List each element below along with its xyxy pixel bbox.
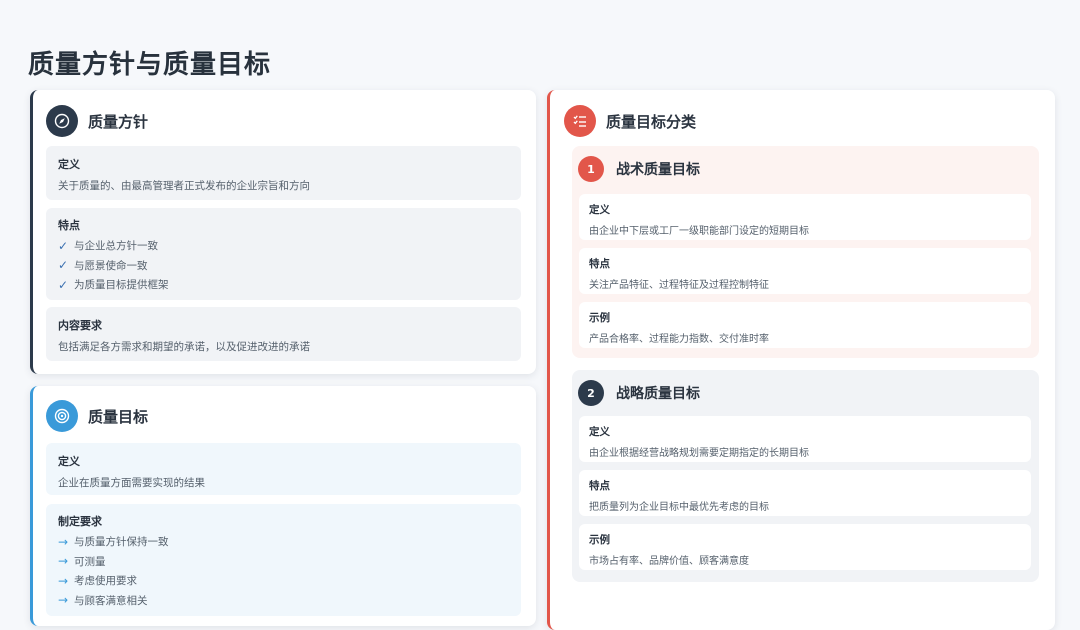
tactical-objective-header: 1 战术质量目标 bbox=[578, 156, 700, 182]
quality-objectives-header: 质量目标 bbox=[46, 400, 148, 432]
arrow-right-icon: → bbox=[58, 554, 69, 569]
objectives-definition-text: 企业在质量方面需要实现的结果 bbox=[58, 477, 205, 489]
quality-objectives-card: 质量目标 定义 企业在质量方面需要实现的结果 制定要求 → 与质量方针保持一致 … bbox=[30, 386, 536, 626]
objectives-requirement-text: 可测量 bbox=[74, 555, 106, 568]
strategic-features-block: 特点 把质量列为企业目标中最优先考虑的目标 bbox=[579, 470, 1031, 516]
objectives-requirement-text: 与质量方针保持一致 bbox=[74, 536, 169, 549]
policy-definition-text: 关于质量的、由最高管理者正式发布的企业宗旨和方向 bbox=[58, 180, 310, 192]
classification-header: 质量目标分类 bbox=[564, 105, 696, 137]
objectives-requirement-item: → 与顾客满意相关 bbox=[58, 591, 509, 611]
policy-definition-block: 定义 关于质量的、由最高管理者正式发布的企业宗旨和方向 bbox=[46, 146, 521, 200]
page-title: 质量方针与质量目标 bbox=[28, 50, 272, 80]
policy-definition-label: 定义 bbox=[58, 158, 80, 171]
tactical-definition-text: 由企业中下层或工厂一级职能部门设定的短期目标 bbox=[589, 226, 809, 237]
strategic-definition-text: 由企业根据经营战略规划需要定期指定的长期目标 bbox=[589, 448, 809, 459]
strategic-objective-section: 2 战略质量目标 定义 由企业根据经营战略规划需要定期指定的长期目标 特点 把质… bbox=[572, 370, 1039, 582]
tactical-example-label: 示例 bbox=[589, 312, 610, 324]
check-icon: ✓ bbox=[58, 258, 69, 273]
strategic-definition-label: 定义 bbox=[589, 426, 610, 438]
target-icon bbox=[46, 400, 78, 432]
strategic-features-label: 特点 bbox=[589, 480, 610, 492]
policy-features-label: 特点 bbox=[58, 219, 80, 232]
check-icon: ✓ bbox=[58, 277, 69, 292]
number-badge: 2 bbox=[578, 380, 604, 406]
strategic-objective-header: 2 战略质量目标 bbox=[578, 380, 700, 406]
policy-content-block: 内容要求 包括满足各方需求和期望的承诺，以及促进改进的承诺 bbox=[46, 307, 521, 361]
policy-feature-text: 与企业总方针一致 bbox=[74, 240, 158, 253]
tactical-features-label: 特点 bbox=[589, 258, 610, 270]
arrow-right-icon: → bbox=[58, 534, 69, 549]
strategic-features-text: 把质量列为企业目标中最优先考虑的目标 bbox=[589, 502, 769, 513]
objectives-requirement-text: 与顾客满意相关 bbox=[74, 594, 148, 607]
policy-feature-item: ✓ 为质量目标提供框架 bbox=[58, 275, 509, 295]
strategic-example-text: 市场占有率、品牌价值、顾客满意度 bbox=[589, 556, 749, 567]
objectives-requirement-item: → 与质量方针保持一致 bbox=[58, 532, 509, 552]
policy-content-text: 包括满足各方需求和期望的承诺，以及促进改进的承诺 bbox=[58, 341, 310, 353]
tactical-definition-block: 定义 由企业中下层或工厂一级职能部门设定的短期目标 bbox=[579, 194, 1031, 240]
objectives-requirement-item: → 考虑使用要求 bbox=[58, 571, 509, 591]
quality-policy-title: 质量方针 bbox=[88, 112, 149, 131]
quality-objectives-title: 质量目标 bbox=[88, 407, 149, 426]
tactical-features-text: 关注产品特征、过程特征及过程控制特征 bbox=[589, 280, 769, 291]
quality-policy-card: 质量方针 定义 关于质量的、由最高管理者正式发布的企业宗旨和方向 特点 ✓ 与企… bbox=[30, 90, 536, 374]
classification-title: 质量目标分类 bbox=[606, 112, 697, 131]
compass-icon bbox=[46, 105, 78, 137]
objectives-definition-label: 定义 bbox=[58, 455, 80, 468]
tactical-definition-label: 定义 bbox=[589, 204, 610, 216]
arrow-right-icon: → bbox=[58, 573, 69, 588]
objectives-requirement-text: 考虑使用要求 bbox=[74, 575, 137, 588]
policy-feature-text: 与愿景使命一致 bbox=[74, 259, 148, 272]
objectives-requirements-block: 制定要求 → 与质量方针保持一致 → 可测量 → 考虑使用要求 → 与顾客满意相… bbox=[46, 504, 521, 616]
policy-features-block: 特点 ✓ 与企业总方针一致 ✓ 与愿景使命一致 ✓ 为质量目标提供框架 bbox=[46, 208, 521, 300]
check-icon: ✓ bbox=[58, 238, 69, 253]
strategic-objective-title: 战略质量目标 bbox=[616, 386, 700, 402]
objectives-requirements-label: 制定要求 bbox=[58, 515, 102, 528]
policy-content-label: 内容要求 bbox=[58, 319, 102, 332]
tactical-features-block: 特点 关注产品特征、过程特征及过程控制特征 bbox=[579, 248, 1031, 294]
tactical-example-text: 产品合格率、过程能力指数、交付准时率 bbox=[589, 334, 769, 345]
objectives-definition-block: 定义 企业在质量方面需要实现的结果 bbox=[46, 443, 521, 495]
arrow-right-icon: → bbox=[58, 593, 69, 608]
tactical-objective-title: 战术质量目标 bbox=[616, 162, 700, 178]
policy-feature-text: 为质量目标提供框架 bbox=[74, 279, 169, 292]
number-badge: 1 bbox=[578, 156, 604, 182]
tactical-objective-section: 1 战术质量目标 定义 由企业中下层或工厂一级职能部门设定的短期目标 特点 关注… bbox=[572, 146, 1039, 358]
list-check-icon bbox=[564, 105, 596, 137]
objectives-requirement-item: → 可测量 bbox=[58, 552, 509, 572]
quality-policy-header: 质量方针 bbox=[46, 105, 148, 137]
strategic-example-label: 示例 bbox=[589, 534, 610, 546]
policy-feature-item: ✓ 与愿景使命一致 bbox=[58, 256, 509, 276]
objective-classification-card: 质量目标分类 1 战术质量目标 定义 由企业中下层或工厂一级职能部门设定的短期目… bbox=[547, 90, 1055, 630]
policy-feature-item: ✓ 与企业总方针一致 bbox=[58, 236, 509, 256]
strategic-example-block: 示例 市场占有率、品牌价值、顾客满意度 bbox=[579, 524, 1031, 570]
tactical-example-block: 示例 产品合格率、过程能力指数、交付准时率 bbox=[579, 302, 1031, 348]
strategic-definition-block: 定义 由企业根据经营战略规划需要定期指定的长期目标 bbox=[579, 416, 1031, 462]
